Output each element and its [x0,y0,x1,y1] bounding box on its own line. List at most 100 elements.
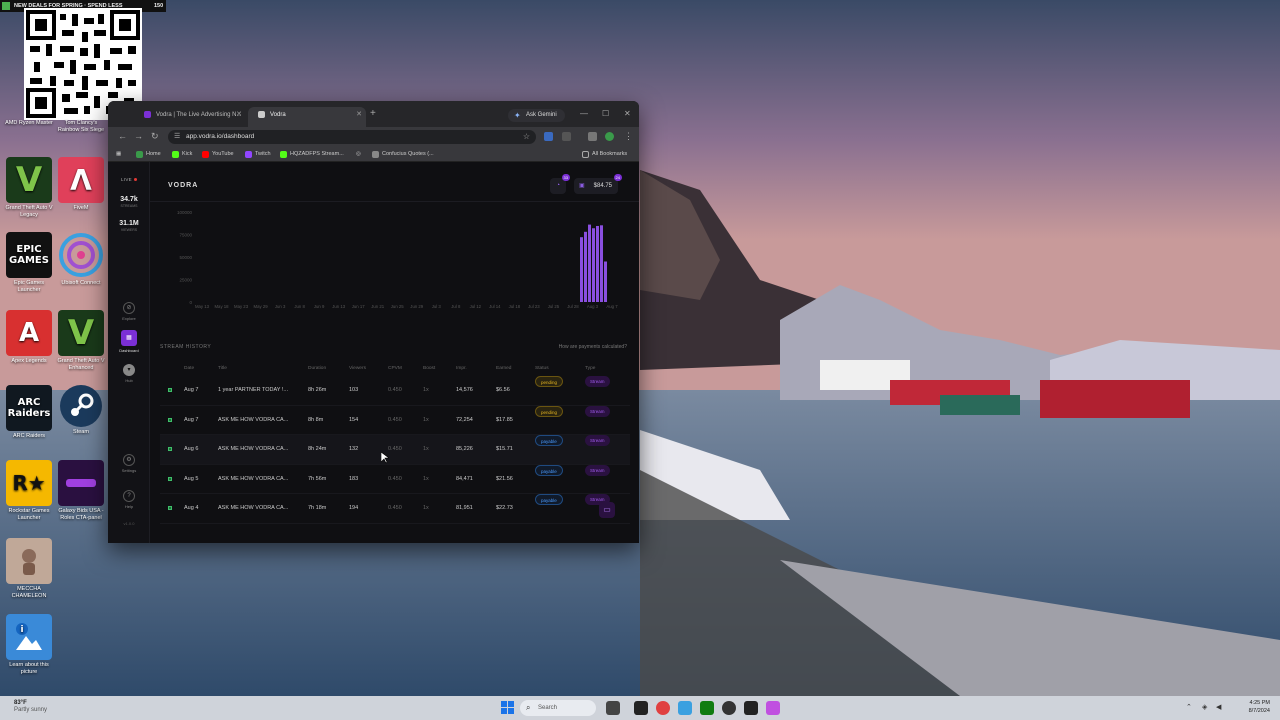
extension-puzzle-icon[interactable] [562,132,571,141]
table-row[interactable]: Aug 7 1 year PARTNER TODAY !... 8h 26m 103 0… [160,376,630,406]
desktop-icon-galaxy-bids[interactable]: Galaxy Bids USA - Roles CTA-panel [54,460,108,522]
maximize-button[interactable]: ☐ [602,109,609,118]
widgets-icon[interactable] [606,701,620,715]
desktop-icon-epic[interactable]: EPIC GAMES Epic Games Launcher [2,232,56,294]
close-icon[interactable]: ✕ [236,107,242,123]
tab-vodra-landing[interactable]: Vodra | The Live Advertising N... ✕ [134,107,246,127]
col-viewers[interactable]: Viewers [349,362,366,376]
desktop-icon-arc-raiders[interactable]: ARC Raiders ARC Raiders [2,385,56,440]
col-type[interactable]: Type [585,362,595,376]
bookmark-twitch[interactable]: Twitch [245,150,271,159]
col-duration[interactable]: Duration [308,362,326,376]
chart-bar[interactable] [592,228,595,302]
extension-icon[interactable] [544,132,553,141]
tab-vodra-dashboard[interactable]: Vodra ✕ [248,107,366,127]
row-checkbox[interactable] [168,476,172,481]
bookmark-home[interactable]: Home [136,150,161,159]
desktop-icon-rainbow-six[interactable]: Tom Clancy's Rainbow Six Siege [54,118,108,134]
apps-icon[interactable]: ▦ [116,150,121,159]
globe-icon[interactable]: ◎ [356,150,361,159]
desktop-icon-learn-picture[interactable]: i Learn about this picture [2,614,56,676]
x-tick-label: Jun 25 [391,304,405,309]
col-boost[interactable]: Boost [423,362,435,376]
vodra-taskbar-icon[interactable] [766,701,780,715]
balance-button[interactable]: ▣ $84.75 24 [574,174,622,194]
col-impressions[interactable]: Impr. [456,362,467,376]
chart-bar[interactable] [600,225,603,302]
profile-avatar-icon[interactable] [605,132,614,141]
row-checkbox[interactable] [168,506,172,510]
cell-impr: 14,576 [456,387,473,393]
network-icon[interactable]: ◈ [1202,703,1207,711]
chart-bar[interactable] [588,224,591,302]
minimize-button[interactable]: — [580,109,588,118]
col-title[interactable]: Title [218,362,227,376]
bookmark-star-icon[interactable]: ☆ [523,130,530,144]
desktop-icon-gta-enhanced[interactable]: V Grand Theft Auto V Enhanced [54,310,108,372]
desktop-icon-gta-legacy[interactable]: V Grand Theft Auto V Legacy [2,157,56,219]
start-button[interactable] [501,701,514,714]
nav-explore[interactable]: ⊘ Explore [108,302,150,321]
chat-button[interactable]: ▭ [599,502,615,518]
volume-icon[interactable]: ◀ [1216,703,1221,711]
site-info-icon[interactable]: ☰ [174,130,180,144]
bookmark-kick[interactable]: Kick [172,150,192,159]
payments-info-link[interactable]: How are payments calculated? [559,344,627,350]
col-cpvm[interactable]: CPVM [388,362,402,376]
reload-icon[interactable]: ↻ [151,131,159,142]
x-tick-label: May 29 [254,304,269,309]
col-date[interactable]: Date [184,362,194,376]
address-bar[interactable]: ☰ app.vodra.io/dashboard ☆ [168,130,536,144]
chart-bar[interactable] [596,225,599,302]
col-earned[interactable]: Earned [496,362,511,376]
x-tick-label: Aug 7 [606,304,618,309]
nav-help[interactable]: ? Help [108,490,150,509]
desktop-icon-steam[interactable]: Steam [54,385,108,436]
chrome-icon[interactable] [656,701,670,715]
close-icon[interactable]: ✕ [356,107,362,123]
forward-icon[interactable]: → [134,131,143,141]
cell-impr: 81,951 [456,505,473,511]
weather-widget[interactable]: 83°F Partly sunny [14,700,47,714]
desktop-icon-apex[interactable]: A Apex Legends [2,310,56,365]
chart-bar[interactable] [580,237,583,302]
row-checkbox[interactable] [168,417,172,422]
nav-hub[interactable]: ▾ Hub [108,364,150,383]
chevron-up-icon[interactable]: ⌃ [1186,703,1192,711]
app-icon[interactable] [722,701,736,715]
table-row[interactable]: Aug 4 ASK ME HOW VODRA CA... 7h 18m 194 0.45… [160,494,630,524]
desktop-icon-rockstar[interactable]: R★ Rockstar Games Launcher [2,460,56,522]
bookmark-youtube[interactable]: YouTube [202,150,234,159]
ask-gemini-button[interactable]: ✦ Ask Gemini [508,109,565,122]
back-icon[interactable]: ← [118,131,127,141]
row-checkbox[interactable] [168,388,172,392]
stream-app-icon[interactable] [744,701,758,715]
clock[interactable]: 4:25 PM 8/7/2024 [1249,699,1270,715]
row-checkbox[interactable] [168,447,172,451]
desktop-icon-amd[interactable]: AMD Ryzen Master [2,118,56,127]
taskbar-search[interactable]: ⌕ Search [520,700,596,716]
desktop-icon-fivem[interactable]: Λ FiveM [54,157,108,212]
media-icon[interactable] [588,132,597,141]
desktop-icon-chameleon[interactable]: MECCHA CHAMELEON [2,538,56,600]
new-tab-button[interactable]: + [370,108,376,119]
nav-dashboard[interactable]: ▦ Dashboard [108,330,150,353]
task-view-icon[interactable] [634,701,648,715]
bookmark-confucius[interactable]: Confucius Quotes (... [372,150,434,159]
table-row[interactable]: Aug 6 ASK ME HOW VODRA CA... 8h 24m 132 0.45… [160,435,630,465]
chart-bar[interactable] [584,231,587,302]
bookmark-stream[interactable]: HQZADFPS Stream... [280,150,344,159]
xbox-icon[interactable] [700,701,714,715]
desktop-icon-ubisoft[interactable]: Ubisoft Connect [54,232,108,287]
more-menu-icon[interactable]: ⋮ [624,131,633,142]
chart-bar[interactable] [604,261,607,303]
col-status[interactable]: Status [535,362,549,376]
notifications-button[interactable]: ◔ 33 [550,174,570,194]
table-row[interactable]: Aug 5 ASK ME HOW VODRA CA... 7h 56m 183 0.45… [160,464,630,494]
nav-settings[interactable]: ⚙ Settings [108,454,150,473]
copilot-icon[interactable] [678,701,692,715]
fivem-icon: Λ [58,157,104,203]
close-window-button[interactable]: ✕ [624,109,631,118]
table-row[interactable]: Aug 7 ASK ME HOW VODRA CA... 8h 8m 154 0.450… [160,405,630,435]
all-bookmarks[interactable]: All Bookmarks [582,150,627,159]
